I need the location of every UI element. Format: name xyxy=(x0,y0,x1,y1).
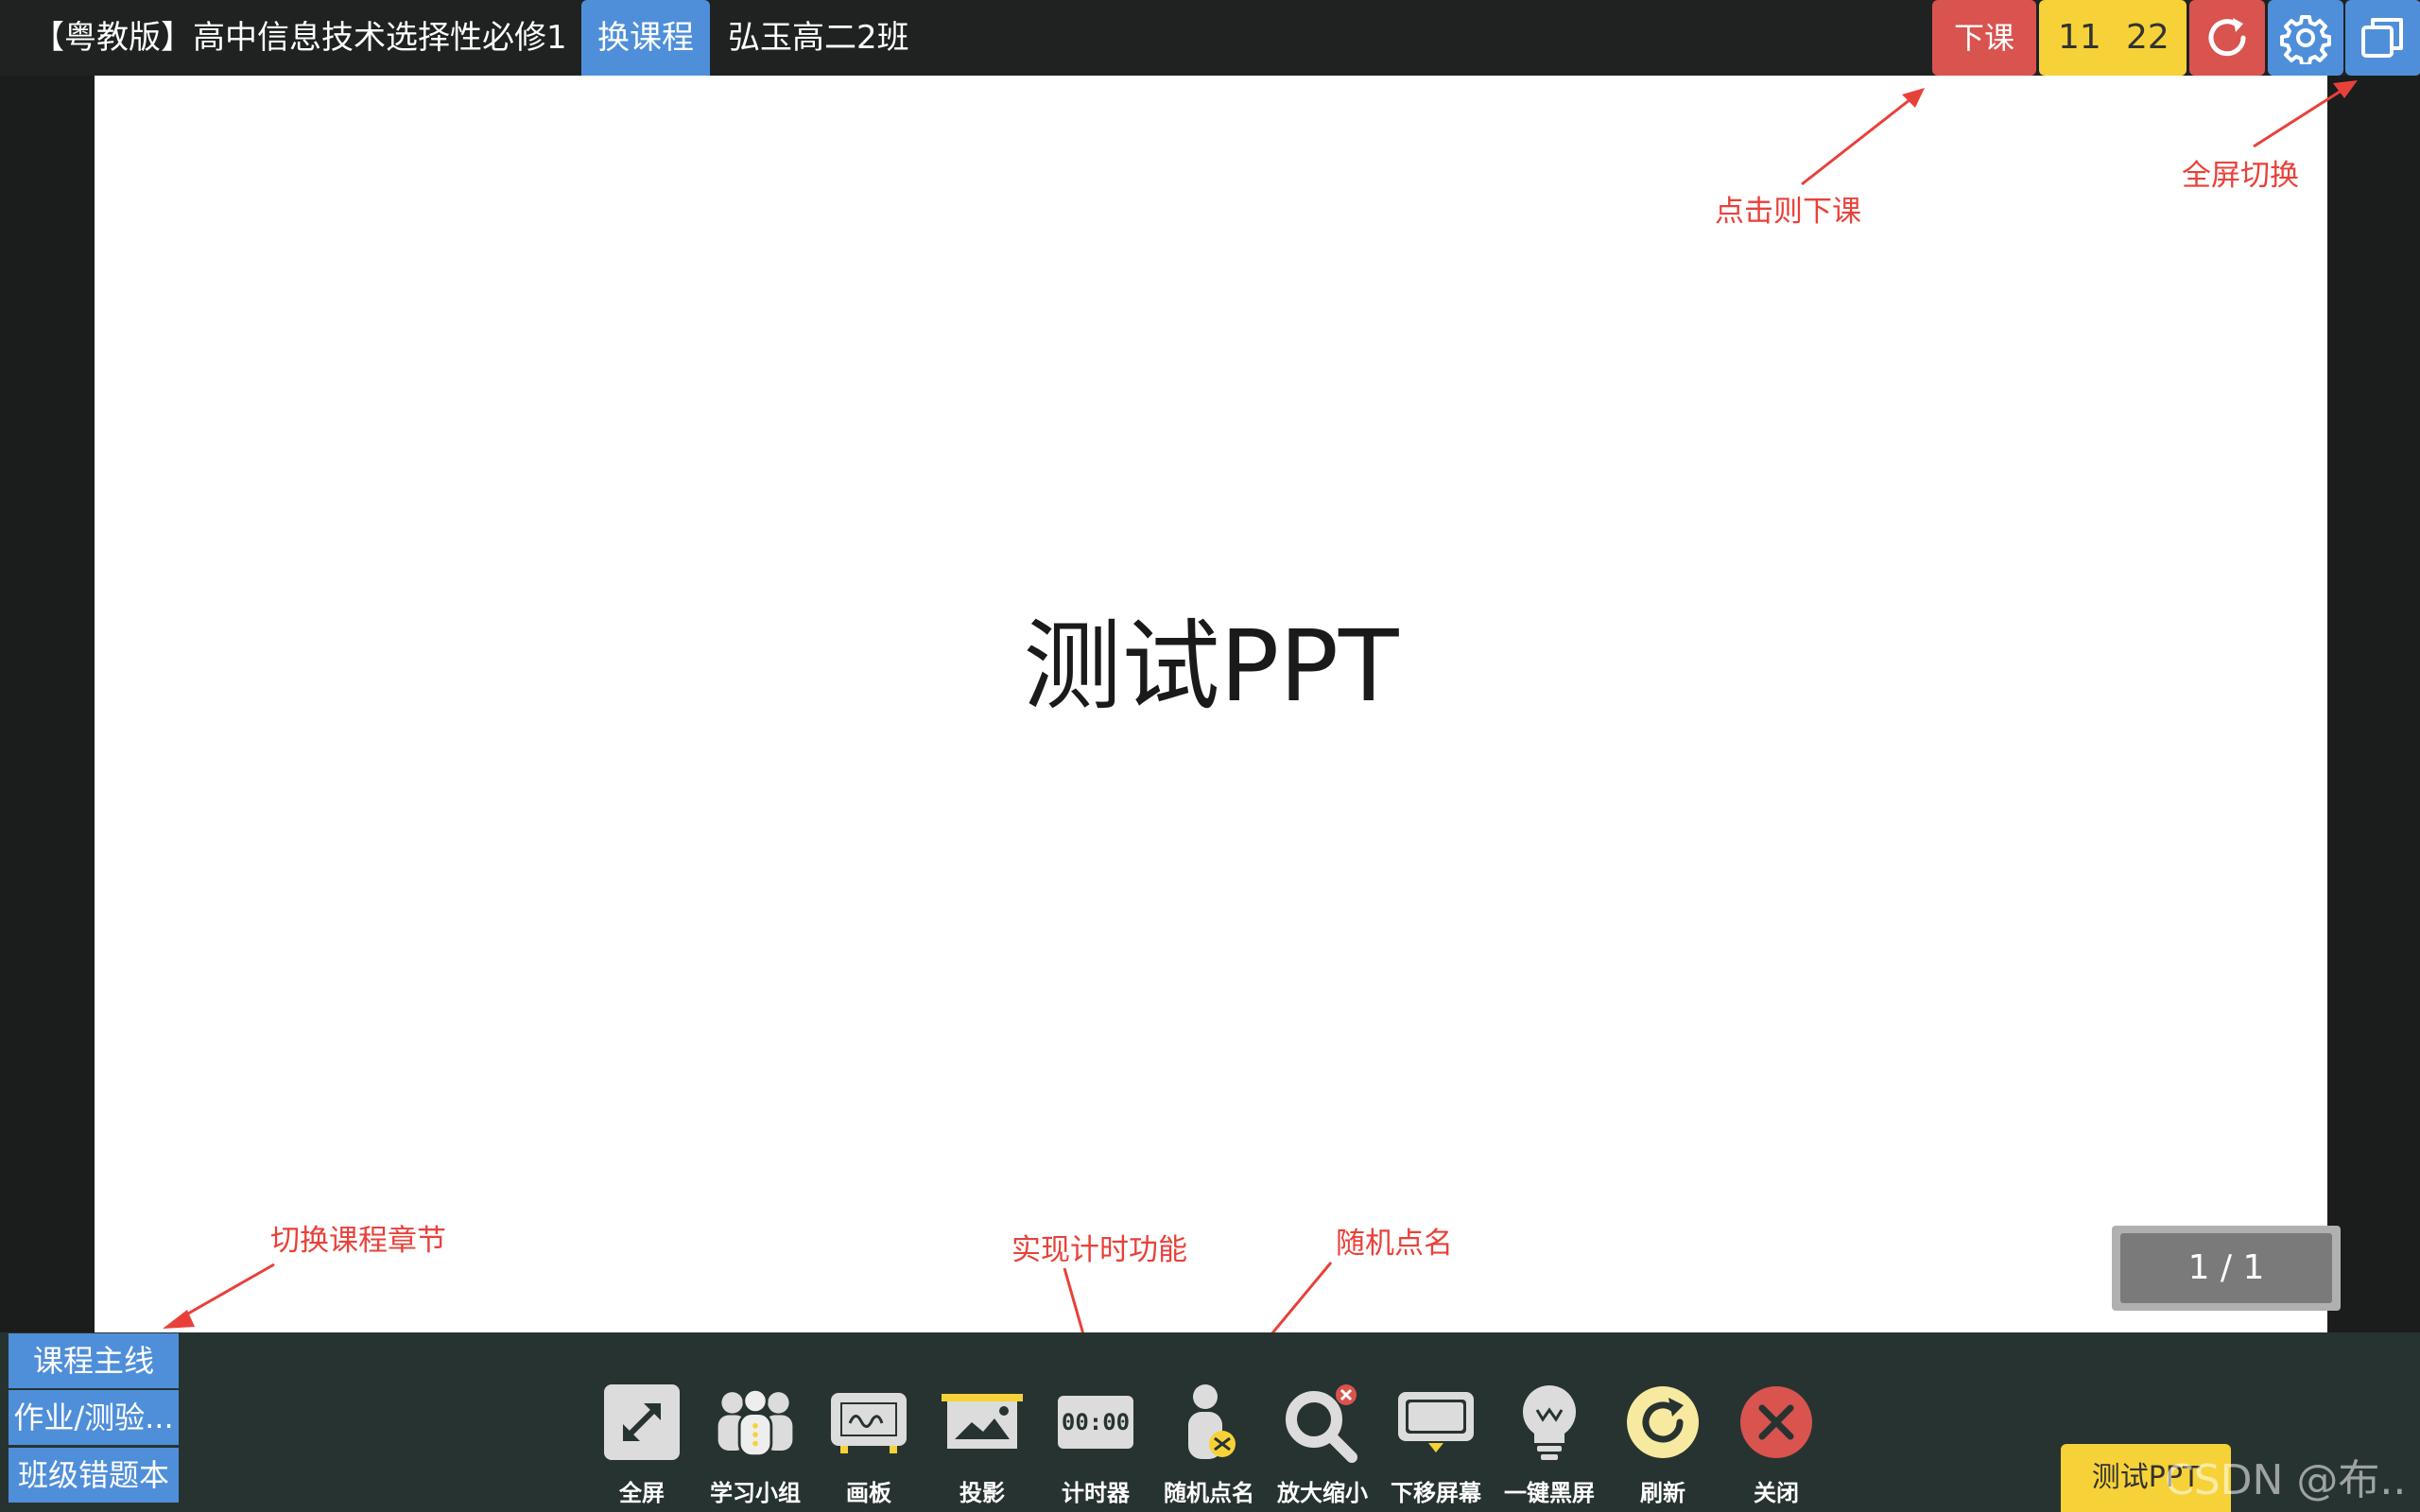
annotation-random-call: 随机点名 xyxy=(1336,1227,1453,1261)
annotation-switch-chapter: 切换课程章节 xyxy=(270,1224,446,1258)
end-class-button[interactable]: 下课 xyxy=(1932,0,2036,76)
class-timer: 11 22 xyxy=(2039,0,2187,76)
timer-seconds: 22 xyxy=(2126,18,2169,57)
timer-minutes: 11 xyxy=(2058,18,2101,57)
settings-button[interactable] xyxy=(2268,0,2343,76)
tool-projector[interactable]: 投影 xyxy=(930,1380,1034,1512)
random-person-icon xyxy=(1188,1384,1236,1459)
switch-course-button[interactable]: 换课程 xyxy=(581,0,710,76)
tool-screen-down[interactable]: 下移屏幕 xyxy=(1384,1380,1488,1512)
magnifier-icon xyxy=(1286,1384,1357,1463)
tool-fullscreen[interactable]: 全屏 xyxy=(590,1380,694,1512)
annotation-end-class: 点击则下课 xyxy=(1715,195,1861,229)
drawing-board-icon xyxy=(831,1393,907,1453)
tool-label: 关闭 xyxy=(1754,1480,1799,1506)
tool-study-group[interactable]: 学习小组 xyxy=(703,1380,807,1512)
tab-class-wrong-questions[interactable]: 班级错题本 xyxy=(9,1448,179,1503)
watermark: CSDN @布.. xyxy=(2165,1456,2407,1504)
projector-icon xyxy=(942,1394,1023,1449)
timer-display: 00:00 xyxy=(1061,1409,1131,1435)
tab-course-main[interactable]: 课程主线 xyxy=(9,1333,179,1388)
window-toggle-icon xyxy=(2361,18,2403,58)
gear-icon xyxy=(2280,15,2331,64)
slide-canvas: 测试PPT 1 / 1 xyxy=(95,76,2341,1332)
tab-homework-quiz[interactable]: 作业/测验... xyxy=(9,1390,179,1445)
timer-icon: 00:00 xyxy=(1058,1396,1133,1449)
annotation-fullscreen: 全屏切换 xyxy=(2182,159,2299,193)
slide-title: 测试PPT xyxy=(1023,609,1399,724)
page-indicator-text: 1 / 1 xyxy=(2120,1233,2332,1303)
tool-drawing-board[interactable]: 画板 xyxy=(817,1380,921,1512)
reload-button[interactable] xyxy=(2189,0,2265,76)
page-indicator: 1 / 1 xyxy=(2112,1226,2341,1311)
screen-down-icon xyxy=(1398,1392,1474,1452)
close-icon xyxy=(1740,1386,1812,1458)
tool-close[interactable]: 关闭 xyxy=(1724,1380,1828,1512)
group-icon xyxy=(717,1387,793,1458)
tool-refresh[interactable]: 刷新 xyxy=(1611,1380,1715,1512)
refresh-icon xyxy=(1627,1386,1699,1458)
lightbulb-icon xyxy=(1522,1385,1577,1460)
course-title: 【粤教版】高中信息技术选择性必修1 xyxy=(32,19,567,57)
tool-random-call[interactable]: 随机点名 xyxy=(1157,1380,1261,1512)
top-bar: 【粤教版】高中信息技术选择性必修1 换课程 弘玉高二2班 下课 11 22 xyxy=(0,0,2420,76)
class-name: 弘玉高二2班 xyxy=(728,19,909,57)
tool-zoom[interactable]: 放大缩小 xyxy=(1270,1380,1374,1512)
reload-icon xyxy=(2208,18,2246,57)
annotation-timer: 实现计时功能 xyxy=(1011,1233,1187,1267)
expand-icon xyxy=(604,1384,680,1460)
tool-black-screen[interactable]: 一键黑屏 xyxy=(1497,1380,1601,1512)
tool-timer[interactable]: 00:00 计时器 xyxy=(1044,1380,1148,1512)
window-toggle-button[interactable] xyxy=(2345,0,2420,76)
